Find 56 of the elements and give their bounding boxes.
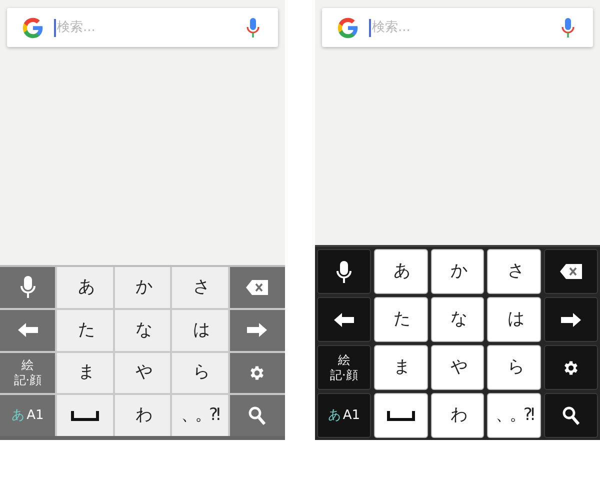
settings-icon [248,364,266,382]
kana-key[interactable]: わ [430,393,484,438]
kana-key[interactable]: さ [487,249,542,294]
kana-key[interactable]: か [430,249,484,294]
input-mode-key[interactable]: あ A1 [317,393,371,438]
microphone-icon [20,276,36,298]
input-mode-key[interactable]: あ A1 [0,395,56,436]
kana-key[interactable]: 、。?! [172,395,228,436]
emoji-symbol-key[interactable]: 絵 記·顔 [0,352,56,394]
keyboard-key[interactable] [317,249,371,294]
kana-key[interactable]: な [430,297,484,342]
keyboard-key[interactable] [374,393,428,438]
keyboard-key[interactable] [544,345,598,390]
space-icon [386,410,415,420]
kana-key[interactable]: あ [57,267,113,308]
kana-key[interactable]: ら [172,352,228,394]
search-placeholder: 検索... [57,18,96,37]
search-icon [248,406,266,426]
search-icon [562,406,580,426]
microphone-icon[interactable] [246,18,260,38]
microphone-icon [336,260,352,282]
backspace-icon [560,264,582,279]
keyboard-key[interactable] [544,393,598,438]
keyboard-key[interactable] [544,249,598,294]
kana-key[interactable]: た [374,297,428,342]
space-icon [71,410,100,421]
kana-key[interactable]: や [430,345,484,390]
keyboard-key[interactable] [57,395,113,436]
kana-key[interactable]: ら [487,345,542,390]
kana-key[interactable]: あ [374,249,428,294]
kana-key[interactable]: わ [114,395,170,436]
left-arrow-icon [334,312,354,326]
kana-key[interactable]: 、。?! [487,393,542,438]
backspace-icon [246,280,268,295]
left-arrow-icon [18,323,38,338]
settings-icon [562,358,580,376]
right-arrow-icon [561,312,582,326]
kana-key[interactable]: や [114,352,170,394]
kana-key[interactable]: さ [172,267,228,308]
kana-key[interactable]: な [114,310,170,350]
kana-key[interactable]: ま [57,352,113,394]
keyboard-key[interactable] [317,297,371,342]
google-logo-icon [337,16,359,38]
kana-key[interactable]: は [172,310,228,350]
right-arrow-icon [247,323,268,338]
kana-key[interactable]: ま [374,345,428,390]
text-cursor [54,18,56,36]
google-logo-icon [22,16,44,38]
kana-key[interactable]: は [487,297,542,342]
keyboard-key[interactable] [544,297,598,342]
kana-key[interactable]: た [57,310,113,350]
text-cursor [369,18,371,36]
kana-key[interactable]: か [114,267,170,308]
microphone-icon[interactable] [561,18,575,38]
emoji-symbol-key[interactable]: 絵 記·顔 [317,345,371,390]
search-placeholder: 検索... [372,18,410,37]
